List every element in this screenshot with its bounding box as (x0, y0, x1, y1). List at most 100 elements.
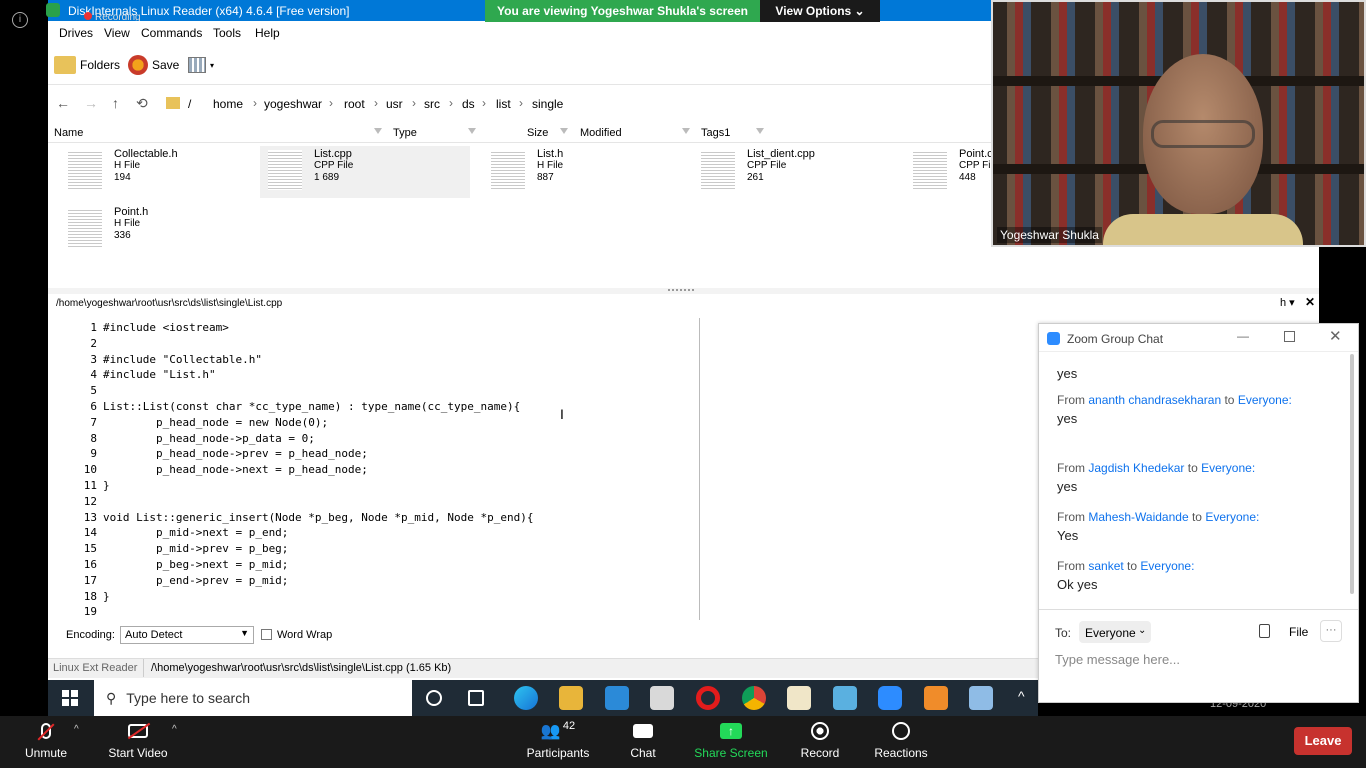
sender-name[interactable]: sanket (1088, 559, 1123, 573)
virtualbox-icon[interactable] (833, 686, 857, 710)
filter-icon[interactable] (560, 128, 568, 137)
col-tags[interactable]: Tags1 (701, 127, 730, 139)
crumb-list[interactable]: list (496, 97, 511, 111)
code-editor[interactable]: 1 #include <iostream> 2 3 #include "Collecta… (48, 316, 1038, 620)
file-item[interactable]: List.h H File 887 (483, 146, 693, 198)
more-icon[interactable]: ··· (1320, 620, 1342, 642)
filter-icon[interactable] (682, 128, 690, 137)
forward-icon[interactable]: → (84, 95, 98, 111)
leave-button[interactable]: Leave (1294, 727, 1352, 755)
sender-name[interactable]: Jagdish Khedekar (1088, 461, 1184, 475)
chrome-icon[interactable] (742, 686, 766, 710)
crumb-usr[interactable]: usr (386, 97, 403, 111)
recipient-dropdown[interactable]: Everyone ⌄ (1079, 621, 1151, 643)
file-item[interactable]: List_dient.cpp CPP File 261 (693, 146, 903, 198)
participants-button[interactable]: 👥 42 Participants (524, 716, 592, 768)
filter-icon[interactable] (756, 128, 764, 137)
grip-icon (668, 289, 694, 291)
file-item-selected[interactable]: List.cpp CPP File 1 689 (260, 146, 470, 198)
zoom-control-bar: Unmute ^ Start Video ^ 👥 42 Participants … (0, 716, 1366, 768)
sublime-icon[interactable] (924, 686, 948, 710)
back-icon[interactable]: ← (56, 95, 70, 111)
close-icon[interactable]: ✕ (1329, 327, 1342, 345)
code-line: p_end->prev = p_mid; (103, 573, 289, 587)
chat-message: From Mahesh-Waidande to Everyone: Yes (1057, 510, 1259, 543)
col-type[interactable]: Type (393, 127, 417, 139)
crumb-ds[interactable]: ds (462, 97, 475, 111)
file-item[interactable]: Point.h H File 336 (60, 204, 270, 256)
crumb-yogeshwar[interactable]: yogeshwar (264, 97, 322, 111)
crumb-single[interactable]: single (532, 97, 563, 111)
cortana-icon[interactable] (426, 690, 442, 706)
word-wrap-checkbox[interactable] (261, 629, 272, 640)
document-icon[interactable] (787, 686, 811, 710)
recipient[interactable]: Everyone: (1238, 393, 1292, 407)
menu-view[interactable]: View (104, 26, 130, 40)
reactions-button[interactable]: Reactions (872, 716, 930, 768)
encoding-select[interactable]: Auto Detect ▼ (120, 626, 254, 644)
task-view-icon[interactable] (468, 690, 484, 706)
file-item[interactable]: Collectable.h H File 194 (60, 146, 270, 198)
crumb-home[interactable]: home (213, 97, 243, 111)
line-number: 6 (90, 400, 97, 413)
store-icon[interactable] (650, 686, 674, 710)
maximize-icon[interactable] (1284, 331, 1295, 342)
col-modified[interactable]: Modified (580, 127, 622, 139)
share-screen-button[interactable]: ↑ Share Screen (692, 716, 770, 768)
file-name: List_dient.cpp (747, 148, 815, 160)
file-explorer-icon[interactable] (559, 686, 583, 710)
zoom-icon[interactable] (878, 686, 902, 710)
recipient[interactable]: Everyone: (1140, 559, 1194, 573)
filter-icon[interactable] (374, 128, 382, 137)
view-options-button[interactable]: View Options ⌄ (760, 0, 880, 22)
pane-splitter[interactable] (48, 288, 1319, 294)
from-label: From (1057, 510, 1085, 524)
col-size[interactable]: Size (527, 127, 548, 139)
file-thumbnail (913, 150, 947, 190)
menu-drives[interactable]: Drives (59, 26, 93, 40)
chat-scrollbar[interactable] (1348, 354, 1356, 606)
chat-message: From Jagdish Khedekar to Everyone: yes (1057, 461, 1255, 494)
menu-tools[interactable]: Tools (213, 26, 241, 40)
chat-button[interactable]: Chat (624, 716, 662, 768)
scrollbar-thumb[interactable] (1350, 354, 1354, 594)
preview-mode[interactable]: h ▾ (1280, 296, 1295, 309)
chat-input[interactable]: Type message here... (1055, 652, 1345, 672)
filter-icon[interactable] (468, 128, 476, 137)
linux-reader-icon[interactable] (969, 686, 993, 710)
recipient[interactable]: Everyone: (1201, 461, 1255, 475)
menu-help[interactable]: Help (255, 26, 280, 40)
history-icon[interactable]: ⟲ (136, 95, 148, 112)
minimize-icon[interactable]: — (1237, 329, 1249, 343)
tray-chevron-icon[interactable]: ^ (1018, 688, 1025, 704)
col-name[interactable]: Name (54, 127, 83, 139)
close-icon[interactable]: ✕ (1305, 295, 1315, 309)
crumb-root-dir[interactable]: root (344, 97, 365, 111)
record-button[interactable]: Record (798, 716, 842, 768)
mail-icon[interactable] (605, 686, 629, 710)
taskbar-search[interactable]: ⚲ Type here to search (94, 680, 412, 716)
opera-icon[interactable] (696, 686, 720, 710)
unmute-button[interactable]: Unmute (18, 716, 74, 768)
file-item[interactable]: Point.c CPP Fi 448 (905, 146, 995, 198)
crumb-root[interactable]: / (188, 97, 191, 111)
line-number: 16 (83, 558, 97, 571)
folders-button[interactable]: Folders (54, 53, 120, 77)
crumb-src[interactable]: src (424, 97, 440, 111)
windows-start-icon[interactable] (62, 690, 78, 706)
file-button[interactable]: File (1259, 623, 1309, 641)
view-mode-button[interactable]: ▾ (188, 53, 214, 77)
sender-name[interactable]: ananth chandrasekharan (1088, 393, 1221, 407)
menu-commands[interactable]: Commands (141, 26, 202, 40)
info-icon[interactable]: i (12, 12, 28, 28)
start-video-button[interactable]: Start Video (104, 716, 172, 768)
message-body: yes (1057, 411, 1078, 426)
edge-icon[interactable] (514, 686, 538, 710)
caret-up-icon[interactable]: ^ (74, 724, 79, 735)
caret-up-icon[interactable]: ^ (172, 724, 177, 735)
up-icon[interactable]: ↑ (112, 95, 119, 111)
save-button[interactable]: Save (128, 53, 179, 77)
recipient[interactable]: Everyone: (1205, 510, 1259, 524)
sender-name[interactable]: Mahesh-Waidande (1088, 510, 1188, 524)
share-screen-icon: ↑ (692, 716, 770, 746)
